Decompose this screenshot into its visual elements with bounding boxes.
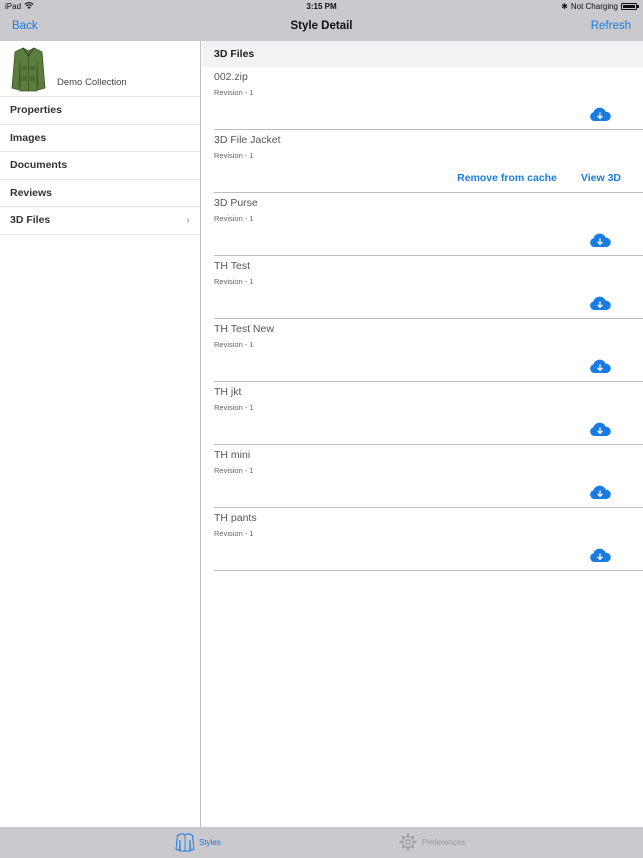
cloud-download-icon[interactable] [589, 485, 611, 500]
file-revision: Revision - 1 [214, 277, 254, 286]
file-name: TH Test [214, 260, 250, 272]
tab-label: Preferences [422, 837, 466, 847]
page-title: Style Detail [290, 20, 353, 32]
cloud-download-icon[interactable] [589, 548, 611, 563]
tab-preferences[interactable]: Preferences [398, 832, 465, 852]
file-revision: Revision - 1 [214, 340, 254, 349]
cached-file-actions: Remove from cache View 3D [457, 172, 621, 184]
file-revision: Revision - 1 [214, 151, 254, 160]
section-header: 3D Files [202, 41, 643, 67]
sidebar-item-label: 3D Files [10, 214, 51, 226]
tab-bar: Styles Preferences [0, 827, 643, 858]
bluetooth-icon: ✱ [561, 2, 568, 11]
file-row[interactable]: 3D Purse Revision - 1 [214, 193, 643, 256]
sidebar-item-3d-files[interactable]: 3D Files › [0, 207, 200, 235]
battery-icon [621, 3, 639, 10]
gear-icon [399, 833, 417, 851]
cloud-download-icon[interactable] [589, 359, 611, 374]
file-row[interactable]: TH jkt Revision - 1 [214, 382, 643, 445]
status-bar: iPad 3:15 PM ✱ Not Charging [0, 0, 643, 14]
sidebar-item-reviews[interactable]: Reviews [0, 180, 200, 207]
battery-status-text: Not Charging [570, 2, 618, 11]
collection-name: Demo Collection [57, 77, 127, 88]
sidebar-item-label: Documents [10, 159, 68, 171]
navigation-bar: Back Style Detail Refresh [0, 14, 643, 41]
file-revision: Revision - 1 [214, 529, 254, 538]
sidebar-item-label: Reviews [10, 186, 53, 199]
file-revision: Revision - 1 [214, 88, 254, 97]
cloud-download-icon[interactable] [589, 422, 611, 437]
file-row[interactable]: 002.zip Revision - 1 [214, 67, 643, 130]
file-row[interactable]: TH pants Revision - 1 [214, 508, 643, 571]
file-name: TH jkt [214, 386, 242, 398]
file-name: 3D Purse [214, 197, 258, 209]
cloud-download-icon[interactable] [589, 296, 611, 311]
file-name: TH mini [214, 449, 251, 461]
tab-styles[interactable]: Styles [175, 832, 221, 852]
file-name: TH pants [214, 512, 257, 524]
sidebar-item-images[interactable]: Images [0, 125, 200, 152]
sidebar-item-properties[interactable]: Properties [0, 97, 200, 125]
refresh-button[interactable]: Refresh [591, 20, 631, 32]
file-row[interactable]: TH Test Revision - 1 [214, 256, 643, 319]
file-name: TH Test New [214, 323, 274, 335]
file-revision: Revision - 1 [214, 403, 254, 412]
jacket-thumbnail [11, 47, 46, 92]
sidebar-item-label: Properties [10, 104, 62, 116]
file-row[interactable]: 3D File Jacket Revision - 1 Remove from … [214, 130, 643, 193]
file-revision: Revision - 1 [214, 214, 254, 223]
file-name: 3D File Jacket [214, 134, 281, 146]
file-revision: Revision - 1 [214, 466, 254, 475]
main-content: 3D Files 002.zip Revision - 1 3D File Ja… [202, 41, 643, 827]
sidebar-item-documents[interactable]: Documents [0, 152, 200, 180]
clock: 3:15 PM [306, 2, 337, 11]
sidebar: Demo Collection Properties Images Docume… [0, 41, 201, 827]
cloud-download-icon[interactable] [589, 233, 611, 248]
style-header: Demo Collection [0, 41, 200, 97]
tab-label: Styles [199, 837, 221, 847]
sidebar-item-label: Images [10, 131, 47, 144]
file-row[interactable]: TH mini Revision - 1 [214, 445, 643, 508]
chevron-right-icon: › [186, 213, 190, 227]
cloud-download-icon[interactable] [589, 107, 611, 122]
remove-from-cache-button[interactable]: Remove from cache [457, 172, 557, 184]
file-row[interactable]: TH Test New Revision - 1 [214, 319, 643, 382]
file-name: 002.zip [214, 71, 248, 83]
jacket-icon [175, 832, 195, 852]
view-3d-button[interactable]: View 3D [581, 172, 621, 184]
